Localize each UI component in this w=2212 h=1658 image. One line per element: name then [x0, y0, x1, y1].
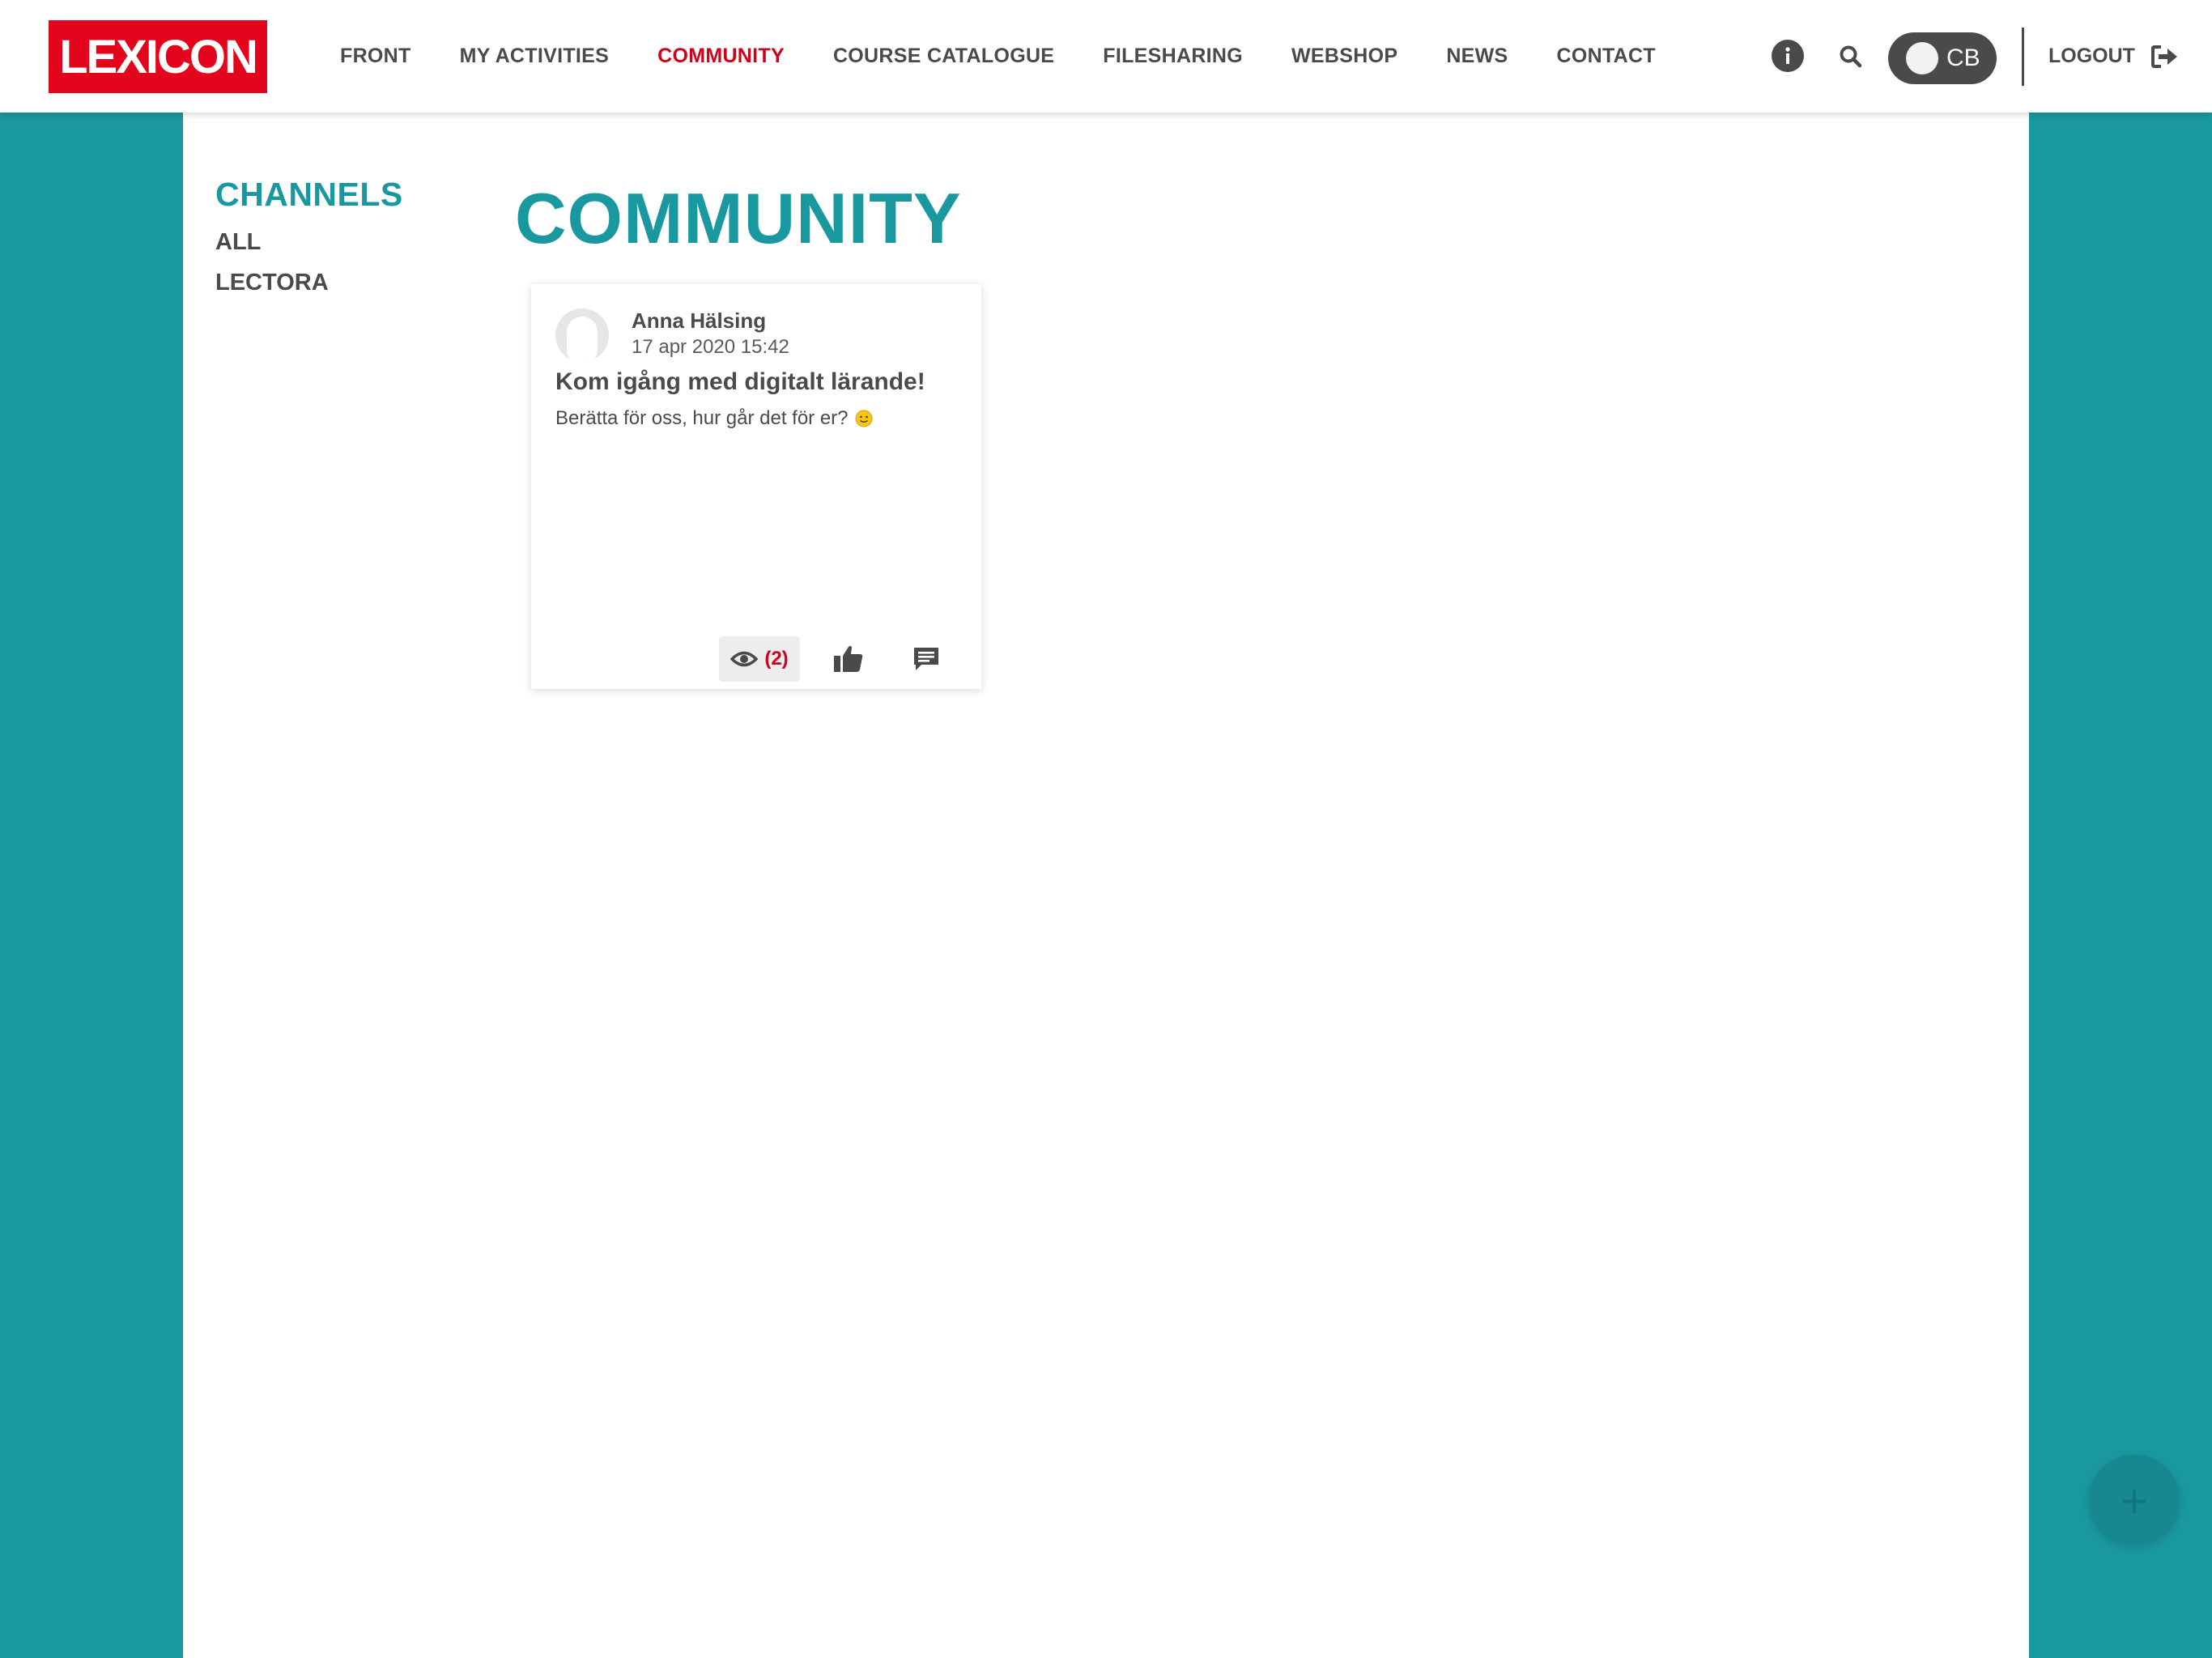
post-date: 17 apr 2020 15:42 [632, 336, 789, 358]
like-button[interactable] [832, 643, 865, 675]
nav-item-contact[interactable]: CONTACT [1557, 45, 1656, 68]
post-text-row: Berätta för oss, hur går det för er? [555, 407, 873, 430]
nav-item-course-catalogue[interactable]: COURSE CATALOGUE [833, 45, 1054, 68]
page-title: COMMUNITY [515, 178, 962, 258]
post-card[interactable]: Anna Hälsing 17 apr 2020 15:42 Kom igång… [531, 284, 981, 689]
author-avatar [555, 308, 609, 362]
post-author: Anna Hälsing [632, 308, 767, 333]
logout-label: LOGOUT [2048, 45, 2135, 67]
eye-icon [730, 651, 759, 667]
main-nav: FRONT MY ACTIVITIES COMMUNITY COURSE CAT… [340, 0, 1704, 113]
post-text: Berätta för oss, hur går det för er? [555, 407, 849, 429]
nav-item-my-activities[interactable]: MY ACTIVITIES [460, 45, 609, 68]
channel-item-lectora[interactable]: LECTORA [215, 270, 329, 296]
nav-item-news[interactable]: NEWS [1446, 45, 1508, 68]
user-initials: CB [1946, 45, 1980, 71]
nav-item-community[interactable]: COMMUNITY [657, 45, 785, 68]
header-divider [2022, 28, 2024, 86]
views-button[interactable]: (2) [719, 636, 800, 682]
channels-heading: CHANNELS [215, 176, 403, 213]
plus-icon: + [2118, 1478, 2150, 1522]
logout-icon [2150, 45, 2177, 68]
smiley-icon [855, 410, 873, 427]
nav-item-filesharing[interactable]: FILESHARING [1103, 45, 1243, 68]
channel-item-all[interactable]: ALL [215, 229, 261, 256]
search-icon[interactable] [1838, 44, 1864, 70]
user-menu-button[interactable]: CB [1888, 32, 1997, 84]
logo-text: LEXICON [59, 30, 258, 83]
comment-icon [914, 648, 938, 670]
nav-item-webshop[interactable]: WEBSHOP [1291, 45, 1397, 68]
lexicon-logo[interactable]: LEXICON [49, 20, 267, 93]
main-panel: CHANNELS ALL LECTORA COMMUNITY Anna Häls… [183, 113, 2029, 1658]
add-post-button[interactable]: + [2089, 1455, 2180, 1545]
nav-item-front[interactable]: FRONT [340, 45, 411, 68]
avatar [1906, 42, 1938, 74]
comment-button[interactable] [912, 644, 941, 674]
views-count: (2) [764, 648, 789, 670]
logout-button[interactable]: LOGOUT [2048, 0, 2179, 113]
info-icon[interactable] [1772, 40, 1804, 72]
post-title[interactable]: Kom igång med digitalt lärande! [555, 368, 925, 396]
thumbs-up-icon [834, 645, 863, 672]
top-header: LEXICON FRONT MY ACTIVITIES COMMUNITY CO… [0, 0, 2212, 113]
